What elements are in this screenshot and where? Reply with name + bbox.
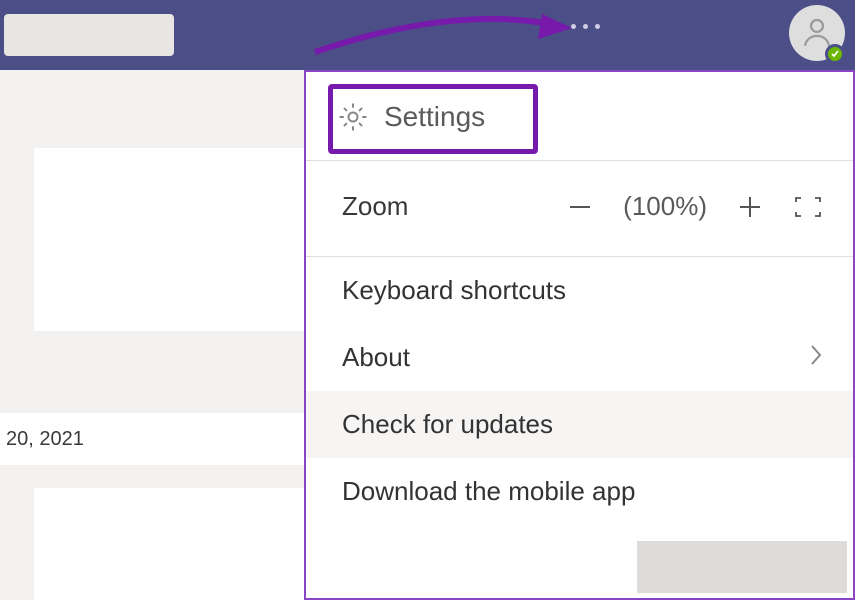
menu-item-label: Keyboard shortcuts	[342, 275, 566, 306]
zoom-row: Zoom (100%)	[306, 161, 853, 256]
gear-icon	[336, 100, 370, 134]
annotation-arrow	[310, 2, 580, 60]
date-row: 20, 2021	[0, 413, 304, 465]
menu-item-label: Download the mobile app	[342, 476, 635, 507]
content-card	[34, 148, 304, 331]
zoom-label: Zoom	[342, 191, 462, 222]
search-input[interactable]	[4, 14, 174, 56]
settings-label: Settings	[384, 101, 485, 133]
settings-menu-item[interactable]: Settings	[306, 72, 853, 160]
presence-available-icon	[825, 44, 845, 64]
zoom-value: (100%)	[623, 191, 707, 222]
about-menu-item[interactable]: About	[306, 324, 853, 391]
zoom-out-button[interactable]	[565, 192, 595, 222]
content-card	[34, 488, 304, 600]
chevron-right-icon	[809, 344, 823, 372]
menu-item-label: Check for updates	[342, 409, 553, 440]
more-menu: Settings Zoom (100%) Ke	[304, 70, 855, 600]
title-bar	[0, 0, 855, 70]
background-panel	[637, 541, 847, 593]
date-label: 20, 2021	[6, 428, 84, 451]
fullscreen-button[interactable]	[793, 193, 823, 221]
check-updates-menu-item[interactable]: Check for updates	[306, 391, 853, 458]
left-column: 20, 2021	[0, 70, 304, 600]
download-mobile-menu-item[interactable]: Download the mobile app	[306, 458, 853, 525]
more-options-button[interactable]	[571, 24, 600, 29]
zoom-in-button[interactable]	[735, 192, 765, 222]
keyboard-shortcuts-menu-item[interactable]: Keyboard shortcuts	[306, 257, 853, 324]
menu-item-label: About	[342, 342, 410, 373]
